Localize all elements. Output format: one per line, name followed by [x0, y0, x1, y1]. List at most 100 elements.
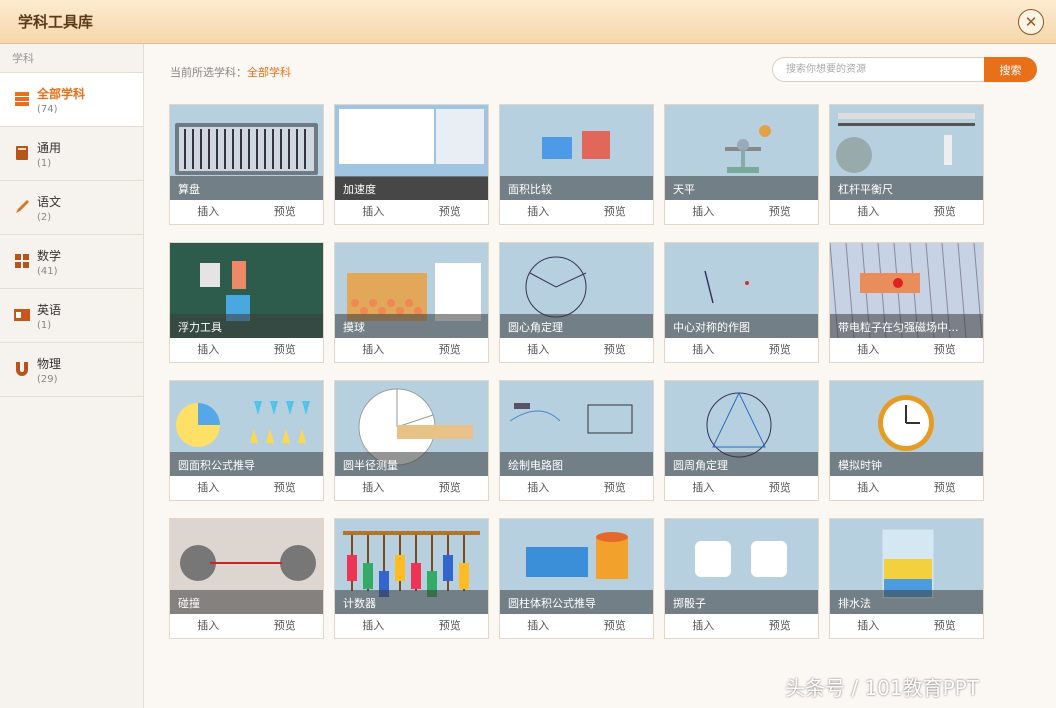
- tool-name-overlay: 绘制电路图: [500, 452, 653, 476]
- preview-button[interactable]: 预览: [907, 338, 984, 362]
- preview-button[interactable]: 预览: [907, 614, 984, 638]
- sidebar-item-physics[interactable]: 物理 (29): [0, 343, 143, 397]
- tool-thumbnail[interactable]: 带电粒子在匀强磁场中...: [830, 243, 983, 338]
- close-button[interactable]: ✕: [1018, 9, 1044, 35]
- preview-button[interactable]: 预览: [742, 200, 819, 224]
- tool-thumbnail[interactable]: 模拟时钟: [830, 381, 983, 476]
- tool-card[interactable]: 圆柱体积公式推导插入 预览: [499, 518, 654, 639]
- insert-button[interactable]: 插入: [170, 476, 247, 500]
- tool-thumbnail[interactable]: 计数器: [335, 519, 488, 614]
- preview-button[interactable]: 预览: [577, 614, 654, 638]
- sidebar-item-english[interactable]: 英语 (1): [0, 289, 143, 343]
- insert-button[interactable]: 插入: [500, 200, 577, 224]
- sidebar-item-general[interactable]: 通用 (1): [0, 127, 143, 181]
- insert-button[interactable]: 插入: [170, 200, 247, 224]
- tool-name: 排水法: [838, 597, 871, 610]
- tool-thumbnail[interactable]: 中心对称的作图: [665, 243, 818, 338]
- tool-thumbnail[interactable]: 圆周角定理: [665, 381, 818, 476]
- tool-thumbnail[interactable]: 碰撞: [170, 519, 323, 614]
- preview-button[interactable]: 预览: [247, 338, 324, 362]
- tool-card[interactable]: 带电粒子在匀强磁场中... 插入 预览: [829, 242, 984, 363]
- preview-button[interactable]: 预览: [907, 476, 984, 500]
- preview-button[interactable]: 预览: [742, 338, 819, 362]
- tool-card[interactable]: 杠杆平衡尺 插入 预览: [829, 104, 984, 225]
- preview-button[interactable]: 预览: [412, 476, 489, 500]
- tool-card[interactable]: 圆面积公式推导 插入 预览: [169, 380, 324, 501]
- preview-button[interactable]: 预览: [742, 614, 819, 638]
- tool-name: 圆柱体积公式推导: [508, 597, 596, 610]
- insert-button[interactable]: 插入: [830, 614, 907, 638]
- tool-thumbnail[interactable]: 杠杆平衡尺: [830, 105, 983, 200]
- insert-button[interactable]: 插入: [500, 476, 577, 500]
- tool-thumbnail[interactable]: 浮力工具: [170, 243, 323, 338]
- insert-button[interactable]: 插入: [335, 200, 412, 224]
- insert-button[interactable]: 插入: [665, 476, 742, 500]
- insert-button[interactable]: 插入: [830, 476, 907, 500]
- tool-name-overlay: 摸球: [335, 314, 488, 338]
- preview-button[interactable]: 预览: [412, 614, 489, 638]
- tool-thumbnail[interactable]: 掷骰子: [665, 519, 818, 614]
- tool-thumbnail[interactable]: 绘制电路图: [500, 381, 653, 476]
- tool-thumbnail[interactable]: 摸球: [335, 243, 488, 338]
- insert-button[interactable]: 插入: [500, 614, 577, 638]
- tool-thumbnail[interactable]: 圆柱体积公式推导: [500, 519, 653, 614]
- tool-thumbnail[interactable]: 圆心角定理: [500, 243, 653, 338]
- tool-card[interactable]: 掷骰子 插入 预览: [664, 518, 819, 639]
- preview-button[interactable]: 预览: [577, 476, 654, 500]
- tool-card[interactable]: 计数器 插入 预览: [334, 518, 489, 639]
- tool-card[interactable]: 中心对称的作图 插入 预览: [664, 242, 819, 363]
- preview-button[interactable]: 预览: [577, 338, 654, 362]
- insert-button[interactable]: 插入: [335, 614, 412, 638]
- tool-card[interactable]: 绘制电路图 插入 预览: [499, 380, 654, 501]
- tool-name: 带电粒子在匀强磁场中...: [838, 321, 959, 334]
- preview-button[interactable]: 预览: [412, 200, 489, 224]
- tool-thumbnail[interactable]: 圆半径测量: [335, 381, 488, 476]
- preview-button[interactable]: 预览: [247, 200, 324, 224]
- tool-thumbnail[interactable]: 算盘: [170, 105, 323, 200]
- preview-button[interactable]: 预览: [742, 476, 819, 500]
- search-input[interactable]: [772, 57, 985, 82]
- insert-button[interactable]: 插入: [500, 338, 577, 362]
- tool-card[interactable]: 模拟时钟 插入 预览: [829, 380, 984, 501]
- tool-card[interactable]: 圆半径测量 插入 预览: [334, 380, 489, 501]
- insert-button[interactable]: 插入: [335, 476, 412, 500]
- tool-thumbnail[interactable]: 圆面积公式推导: [170, 381, 323, 476]
- insert-button[interactable]: 插入: [830, 200, 907, 224]
- tool-card[interactable]: 浮力工具 插入 预览: [169, 242, 324, 363]
- preview-button[interactable]: 预览: [577, 200, 654, 224]
- preview-button[interactable]: 预览: [247, 614, 324, 638]
- tool-card[interactable]: 排水法插入 预览: [829, 518, 984, 639]
- tool-name-overlay: 圆半径测量: [335, 452, 488, 476]
- tool-card[interactable]: 圆心角定理 插入 预览: [499, 242, 654, 363]
- preview-button[interactable]: 预览: [907, 200, 984, 224]
- tool-card[interactable]: 加速度 插入 预览: [334, 104, 489, 225]
- tool-card[interactable]: 摸球 插入 预览: [334, 242, 489, 363]
- sidebar-item-math[interactable]: 数学 (41): [0, 235, 143, 289]
- subject-sidebar: 学科 全部学科 (74) 通用 (1) 语文 (2) 数学 (41) 英语 (1…: [0, 44, 144, 708]
- sidebar-item-label: 全部学科: [37, 87, 86, 101]
- tool-card[interactable]: 算盘 插入 预览: [169, 104, 324, 225]
- tool-thumbnail[interactable]: 面积比较: [500, 105, 653, 200]
- tool-thumbnail[interactable]: 加速度: [335, 105, 488, 200]
- insert-button[interactable]: 插入: [170, 614, 247, 638]
- close-icon: ✕: [1024, 13, 1038, 31]
- tool-card[interactable]: 天平 插入 预览: [664, 104, 819, 225]
- tool-thumbnail[interactable]: 天平: [665, 105, 818, 200]
- tool-thumbnail[interactable]: 排水法: [830, 519, 983, 614]
- insert-button[interactable]: 插入: [170, 338, 247, 362]
- insert-button[interactable]: 插入: [665, 200, 742, 224]
- insert-button[interactable]: 插入: [665, 614, 742, 638]
- preview-button[interactable]: 预览: [412, 338, 489, 362]
- search-button[interactable]: 搜索: [984, 57, 1037, 82]
- tool-card[interactable]: 面积比较 插入 预览: [499, 104, 654, 225]
- tool-card[interactable]: 圆周角定理 插入 预览: [664, 380, 819, 501]
- insert-button[interactable]: 插入: [335, 338, 412, 362]
- tool-name-overlay: 面积比较: [500, 176, 653, 200]
- insert-button[interactable]: 插入: [830, 338, 907, 362]
- sidebar-item-count: (2): [37, 212, 52, 223]
- insert-button[interactable]: 插入: [665, 338, 742, 362]
- sidebar-item-chinese[interactable]: 语文 (2): [0, 181, 143, 235]
- sidebar-item-all[interactable]: 全部学科 (74): [0, 73, 143, 127]
- tool-card[interactable]: 碰撞 插入 预览: [169, 518, 324, 639]
- preview-button[interactable]: 预览: [247, 476, 324, 500]
